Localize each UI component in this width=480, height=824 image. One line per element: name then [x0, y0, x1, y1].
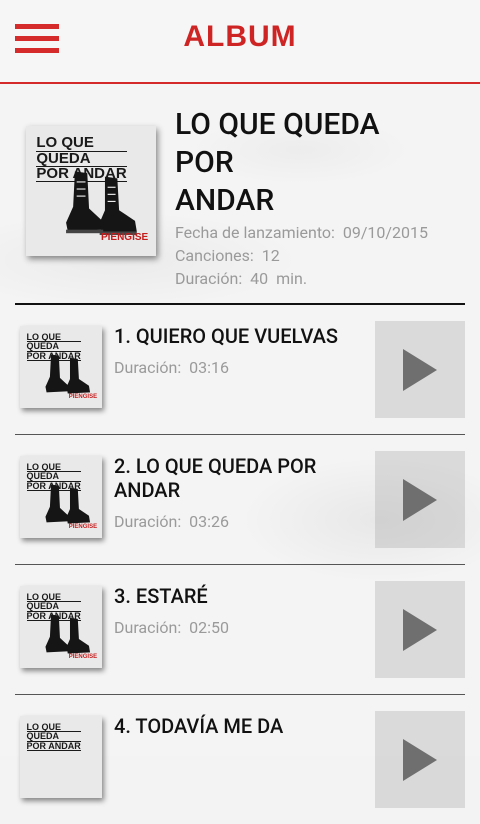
cover-art-label: PIENGISE	[100, 232, 149, 243]
track-duration: Duración: 03:26	[114, 512, 230, 531]
album-cover-art: LO QUE QUEDA POR ANDAR PIENGISE	[26, 126, 156, 256]
track-title: 2. LO QUE QUEDA POR ANDAR	[114, 454, 317, 502]
track-title: 4. TODAVÍA ME DA	[114, 714, 284, 738]
track-row[interactable]: LO QUE QUEDA POR ANDAR PIENGISE 3. ESTARÉ …	[0, 566, 480, 694]
track-cover-art: LO QUE QUEDA POR ANDAR PIENGISE	[20, 456, 102, 538]
track-row[interactable]: LO QUE QUEDA POR ANDAR 4. TODAVÍA ME DA	[0, 696, 480, 824]
page-title: ALBUM	[183, 20, 297, 53]
album-duration-row: Duración: 40 min.	[175, 269, 308, 288]
track-cover-art: LO QUE QUEDA POR ANDAR	[20, 716, 102, 798]
play-button[interactable]	[375, 321, 465, 418]
album-name: LO QUE QUEDA POR ANDAR	[175, 107, 380, 218]
track-duration: Duración: 03:16	[114, 358, 230, 377]
play-icon	[403, 479, 437, 521]
play-icon	[403, 609, 437, 651]
track-title: 1. QUIERO QUE VUELVAS	[114, 324, 339, 348]
play-button[interactable]	[375, 451, 465, 548]
album-divider	[15, 303, 465, 305]
track-title: 3. ESTARÉ	[114, 584, 208, 608]
track-row[interactable]: LO QUE QUEDA POR ANDAR PIENGISE 2. LO QUE …	[0, 436, 480, 564]
track-cover-art: LO QUE QUEDA POR ANDAR PIENGISE	[20, 586, 102, 668]
track-cover-art: LO QUE QUEDA POR ANDAR PIENGISE	[20, 326, 102, 408]
release-date-row: Fecha de lanzamiento: 09/10/2015	[175, 223, 428, 242]
play-button[interactable]	[375, 581, 465, 678]
play-button[interactable]	[375, 711, 465, 808]
track-divider	[15, 564, 465, 565]
play-icon	[403, 349, 437, 391]
songs-count-row: Canciones: 12	[175, 246, 280, 265]
track-divider	[15, 434, 465, 435]
app-header: ALBUM	[0, 0, 480, 84]
track-duration: Duración: 02:50	[114, 618, 230, 637]
play-icon	[403, 739, 437, 781]
track-row[interactable]: LO QUE QUEDA POR ANDAR PIENGISE 1. QUIERO …	[0, 306, 480, 434]
track-divider	[15, 694, 465, 695]
